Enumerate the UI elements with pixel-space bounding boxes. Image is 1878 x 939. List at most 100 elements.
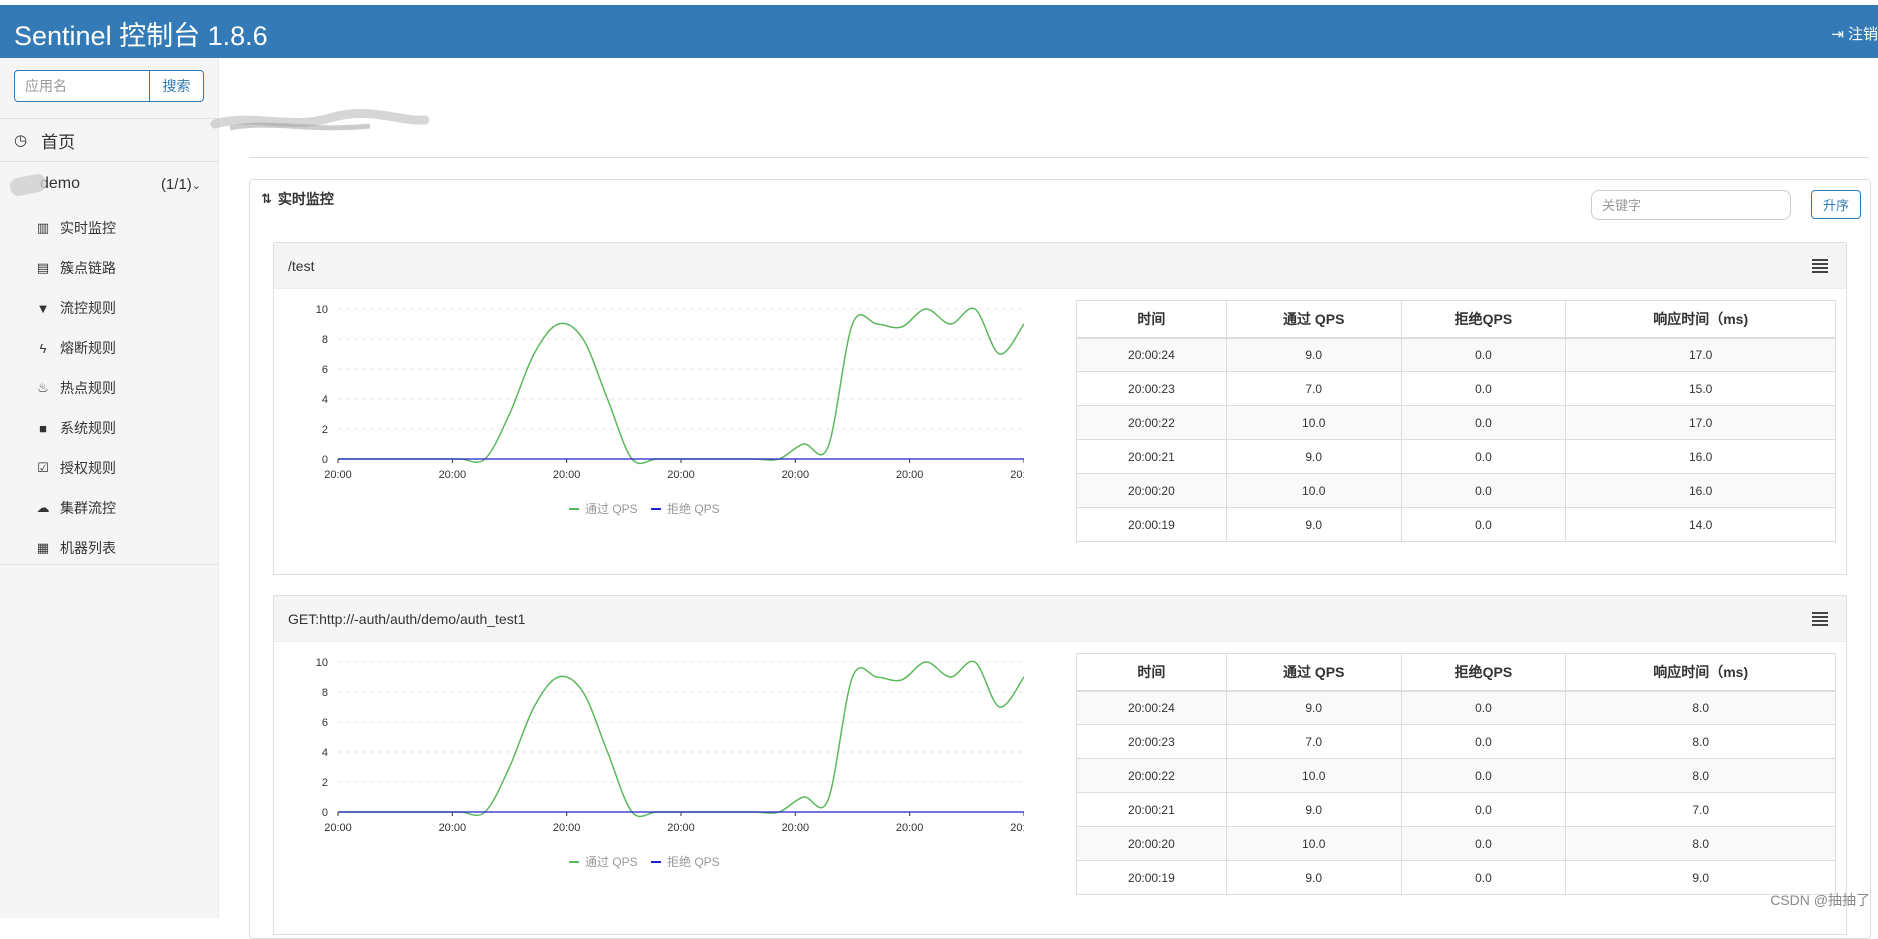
column-header: 通过 QPS bbox=[1226, 301, 1401, 338]
app-search-input[interactable] bbox=[14, 70, 150, 102]
table-cell: 9.0 bbox=[1226, 691, 1401, 725]
qps-table: 时间通过 QPS拒绝QPS响应时间（ms)20:00:249.00.017.02… bbox=[1076, 300, 1836, 542]
redacted-blur bbox=[9, 172, 48, 197]
x-tick-label: 20:00 bbox=[782, 469, 810, 481]
table-cell: 8.0 bbox=[1566, 759, 1836, 793]
y-tick-label: 10 bbox=[316, 304, 328, 316]
redacted-app-title bbox=[210, 108, 430, 134]
table-row: 20:00:199.00.09.0 bbox=[1077, 861, 1836, 895]
resource-name: /test bbox=[288, 258, 314, 274]
table-cell: 0.0 bbox=[1401, 861, 1566, 895]
sidebar-item-8[interactable]: ☁集群流控 bbox=[0, 488, 219, 528]
table-cell: 20:00:21 bbox=[1077, 440, 1227, 474]
table-row: 20:00:237.00.015.0 bbox=[1077, 372, 1836, 406]
legend-label: 拒绝 QPS bbox=[667, 501, 720, 516]
keyword-input[interactable] bbox=[1591, 190, 1791, 220]
table-cell: 0.0 bbox=[1401, 759, 1566, 793]
qps-table: 时间通过 QPS拒绝QPS响应时间（ms)20:00:249.00.08.020… bbox=[1076, 653, 1836, 895]
sidebar-item-home[interactable]: ◷ 首页 bbox=[0, 118, 219, 162]
x-tick-label: 20:00 bbox=[1010, 469, 1024, 481]
sidebar-item-2[interactable]: ▤簇点链路 bbox=[0, 248, 219, 288]
menu-icon[interactable] bbox=[1812, 612, 1828, 628]
table-cell: 20:00:24 bbox=[1077, 691, 1227, 725]
table-row: 20:00:199.00.014.0 bbox=[1077, 508, 1836, 542]
table-cell: 20:00:19 bbox=[1077, 508, 1227, 542]
qps-chart: 024681020:0020:0020:0020:0020:0020:0020:… bbox=[304, 652, 1024, 892]
table-row: 20:00:2210.00.017.0 bbox=[1077, 406, 1836, 440]
bar-chart-icon: ▥ bbox=[36, 220, 50, 236]
y-tick-label: 8 bbox=[322, 687, 328, 699]
table-cell: 20:00:24 bbox=[1077, 338, 1227, 372]
y-tick-label: 6 bbox=[322, 717, 328, 729]
table-cell: 0.0 bbox=[1401, 338, 1566, 372]
table-cell: 17.0 bbox=[1566, 338, 1836, 372]
y-tick-label: 4 bbox=[322, 394, 328, 406]
table-cell: 15.0 bbox=[1566, 372, 1836, 406]
app-search: 搜索 bbox=[14, 70, 204, 102]
app-title: Sentinel 控制台 1.8.6 bbox=[14, 14, 268, 53]
sidebar-item-1[interactable]: ▥ 实时监控 bbox=[0, 208, 219, 248]
sidebar-item-6[interactable]: ■ 系统规则 bbox=[0, 408, 219, 448]
list-icon: ▤ bbox=[36, 260, 50, 276]
panel-title: ⇅ 实时监控 bbox=[261, 189, 334, 209]
menu-icon[interactable] bbox=[1812, 259, 1828, 275]
column-header: 拒绝QPS bbox=[1401, 654, 1566, 691]
x-tick-label: 20:00 bbox=[439, 822, 467, 834]
sidebar-item-label: 实时监控 bbox=[60, 218, 116, 238]
table-cell: 20:00:22 bbox=[1077, 759, 1227, 793]
sort-order-button[interactable]: 升序 bbox=[1811, 190, 1861, 219]
resource-header: GET:http://-auth/auth/demo/auth_test1 bbox=[274, 596, 1846, 642]
table-cell: 0.0 bbox=[1401, 691, 1566, 725]
sidebar-item-4[interactable]: ϟ熔断规则 bbox=[0, 328, 219, 368]
table-row: 20:00:2010.00.08.0 bbox=[1077, 827, 1836, 861]
resource-name: GET:http://-auth/auth/demo/auth_test1 bbox=[288, 611, 525, 627]
chevron-down-icon: ⌄ bbox=[192, 180, 201, 192]
sidebar-item-3[interactable]: ▼流控规则 bbox=[0, 288, 219, 328]
sidebar-item-7[interactable]: ☑授权规则 bbox=[0, 448, 219, 488]
table-cell: 0.0 bbox=[1401, 508, 1566, 542]
app-search-button[interactable]: 搜索 bbox=[150, 70, 204, 102]
table-cell: 9.0 bbox=[1226, 440, 1401, 474]
table-cell: 0.0 bbox=[1401, 827, 1566, 861]
table-cell: 0.0 bbox=[1401, 793, 1566, 827]
sidebar-divider bbox=[0, 564, 219, 565]
column-header: 拒绝QPS bbox=[1401, 301, 1566, 338]
sidebar-app-demo[interactable]: demo (1/1)⌄ bbox=[0, 162, 219, 206]
table-cell: 20:00:23 bbox=[1077, 725, 1227, 759]
table-cell: 7.0 bbox=[1226, 372, 1401, 406]
lock-icon: ■ bbox=[36, 421, 50, 436]
series-line bbox=[338, 308, 1024, 463]
table-cell: 10.0 bbox=[1226, 406, 1401, 440]
table-cell: 20:00:20 bbox=[1077, 827, 1227, 861]
sidebar-item-5[interactable]: ♨热点规则 bbox=[0, 368, 219, 408]
sort-icon: ⇅ bbox=[261, 191, 272, 207]
table-cell: 8.0 bbox=[1566, 725, 1836, 759]
app-machine-count: (1/1)⌄ bbox=[161, 176, 201, 193]
qps-chart: 024681020:0020:0020:0020:0020:0020:0020:… bbox=[304, 299, 1024, 539]
table-cell: 10.0 bbox=[1226, 474, 1401, 508]
y-tick-label: 0 bbox=[322, 807, 328, 819]
x-tick-label: 20:00 bbox=[896, 469, 924, 481]
column-header: 响应时间（ms) bbox=[1566, 654, 1836, 691]
table-cell: 0.0 bbox=[1401, 440, 1566, 474]
table-cell: 7.0 bbox=[1226, 725, 1401, 759]
x-tick-label: 20:00 bbox=[553, 822, 581, 834]
table-cell: 20:00:22 bbox=[1077, 406, 1227, 440]
table-cell: 9.0 bbox=[1226, 508, 1401, 542]
table-cell: 0.0 bbox=[1401, 372, 1566, 406]
sidebar-item-label: 系统规则 bbox=[60, 418, 116, 438]
x-tick-label: 20:00 bbox=[667, 469, 695, 481]
logout-link[interactable]: ⇥ 注销 bbox=[1831, 23, 1878, 44]
table-row: 20:00:249.00.017.0 bbox=[1077, 338, 1836, 372]
table-cell: 14.0 bbox=[1566, 508, 1836, 542]
table-cell: 20:00:19 bbox=[1077, 861, 1227, 895]
x-tick-label: 20:00 bbox=[782, 822, 810, 834]
resource-card: /test 024681020:0020:0020:0020:0020:0020… bbox=[273, 242, 1847, 575]
table-cell: 16.0 bbox=[1566, 440, 1836, 474]
sidebar-item-label: 机器列表 bbox=[60, 538, 116, 558]
watermark: CSDN @抽抽了 bbox=[1770, 890, 1870, 910]
sidebar-item-9[interactable]: ▦机器列表 bbox=[0, 528, 219, 568]
table-row: 20:00:237.00.08.0 bbox=[1077, 725, 1836, 759]
fire-icon: ♨ bbox=[36, 380, 50, 396]
table-cell: 16.0 bbox=[1566, 474, 1836, 508]
